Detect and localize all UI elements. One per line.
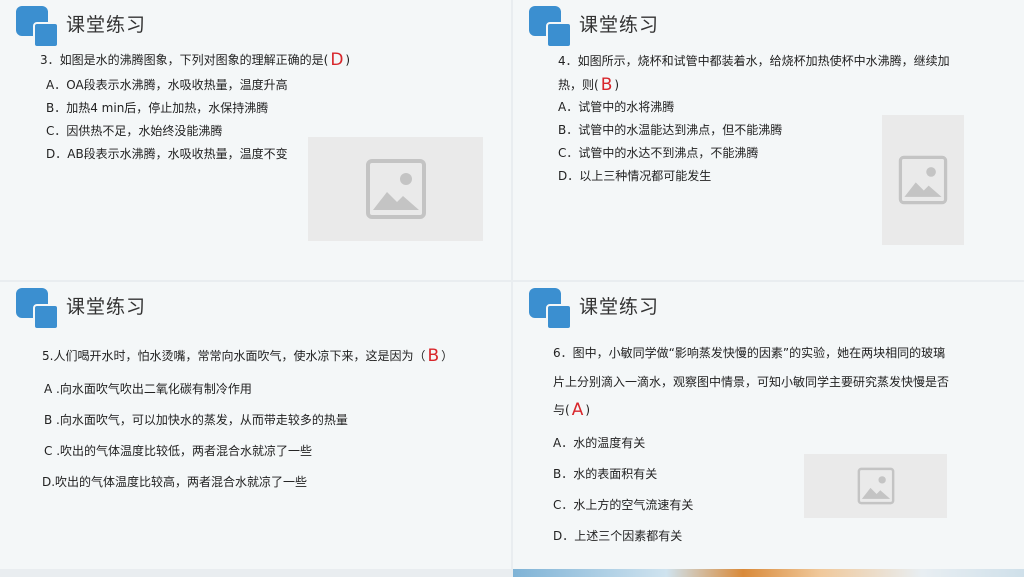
- option-a: A．OA段表示水沸腾，水吸收热量，温度升高: [46, 78, 288, 92]
- option-c: C．试管中的水达不到沸点，不能沸腾: [558, 146, 759, 160]
- slide-heading: 课堂练习: [579, 296, 660, 318]
- image-placeholder-icon: [804, 454, 947, 518]
- option-b: B．试管中的水温能达到沸点，但不能沸腾: [558, 123, 783, 137]
- next-slide-thumbnail: [513, 569, 1024, 577]
- slide-question-3: 课堂练习 3．如图是水的沸腾图象，下列对图象的理解正确的是(D) A．OA段表示…: [0, 0, 511, 280]
- slide-question-6: 课堂练习 6．图中，小敏同学做“影响蒸发快慢的因素”的实验，她在两块相同的玻璃 …: [513, 282, 1024, 569]
- answer-mark: B: [427, 346, 440, 366]
- slide-heading: 课堂练习: [66, 14, 147, 36]
- slide-heading: 课堂练习: [66, 296, 147, 318]
- blue-squares-logo-icon: [16, 6, 59, 48]
- option-a: A．水的温度有关: [553, 436, 646, 450]
- question-text-line1: 6．图中，小敏同学做“影响蒸发快慢的因素”的实验，她在两块相同的玻璃: [553, 346, 946, 360]
- option-b: B .向水面吹气，可以加快水的蒸发，从而带走较多的热量: [44, 413, 348, 427]
- option-d: D．上述三个因素都有关: [553, 529, 683, 543]
- next-slide-strip: [0, 569, 1024, 577]
- answer-mark: B: [600, 75, 613, 95]
- question-text: 5.人们喝开水时，怕水烫嘴，常常向水面吹气，使水凉下来，这是因为（ B）: [42, 346, 454, 366]
- option-b: B．水的表面积有关: [553, 467, 658, 481]
- question-text-line3: 与(A): [553, 400, 591, 420]
- blue-squares-logo-icon: [16, 288, 59, 330]
- option-a: A．试管中的水将沸腾: [558, 100, 675, 114]
- blue-squares-logo-icon: [529, 288, 572, 330]
- slide-question-5: 课堂练习 5.人们喝开水时，怕水烫嘴，常常向水面吹气，使水凉下来，这是因为（ B）…: [0, 282, 511, 569]
- question-text-line1: 4．如图所示，烧杯和试管中都装着水，给烧杯加热使杯中水沸腾，继续加: [558, 54, 950, 68]
- option-c: C．水上方的空气流速有关: [553, 498, 694, 512]
- question-text-line2: 片上分别滴入一滴水，观察图中情景，可知小敏同学主要研究蒸发快慢是否: [553, 375, 950, 389]
- option-d: D.吹出的气体温度比较高，两者混合水就凉了一些: [42, 475, 308, 489]
- option-c: C .吹出的气体温度比较低，两者混合水就凉了一些: [44, 444, 313, 458]
- slide-question-4: 课堂练习 4．如图所示，烧杯和试管中都装着水，给烧杯加热使杯中水沸腾，继续加 热…: [513, 0, 1024, 280]
- question-text: 3．如图是水的沸腾图象，下列对图象的理解正确的是(D): [40, 50, 351, 70]
- blue-squares-logo-icon: [529, 6, 572, 48]
- option-c: C．因供热不足，水始终没能沸腾: [46, 124, 223, 138]
- image-placeholder-icon: [308, 137, 483, 241]
- slide-heading: 课堂练习: [579, 14, 660, 36]
- image-placeholder-icon: [882, 115, 964, 245]
- option-d: D．AB段表示水沸腾，水吸收热量，温度不变: [46, 147, 288, 161]
- question-text-line2: 热，则(B): [558, 75, 620, 95]
- answer-mark: A: [571, 400, 584, 420]
- option-d: D．以上三种情况都可能发生: [558, 169, 712, 183]
- option-b: B．加热4 min后，停止加热，水保持沸腾: [46, 101, 269, 115]
- option-a: A .向水面吹气吹出二氧化碳有制冷作用: [44, 382, 252, 396]
- answer-mark: D: [330, 50, 344, 70]
